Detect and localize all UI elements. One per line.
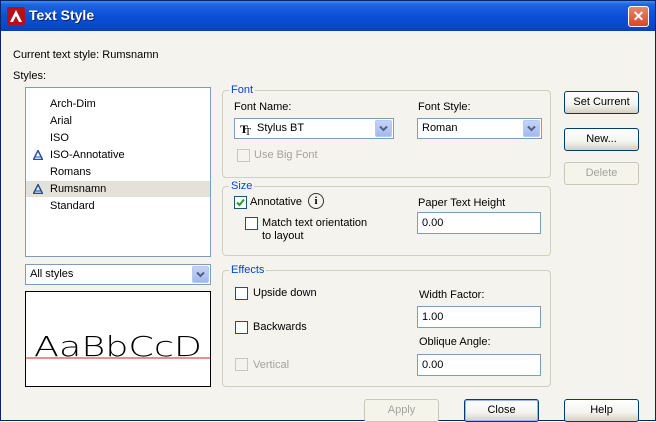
style-item-label: Standard [50, 200, 95, 212]
match-orientation-label-line-2: to layout [262, 230, 304, 242]
current-style-label: Current text style: [13, 49, 100, 61]
oblique-angle-value: 0.00 [422, 359, 444, 371]
styles-filter-select[interactable]: All styles [25, 264, 211, 285]
chevron-down-icon[interactable] [375, 120, 392, 137]
styles-list[interactable]: Arch-Dim Arial ISO ISO-Annotative Romans… [25, 87, 211, 257]
upside-down-label: Upside down [253, 287, 317, 299]
truetype-font-icon: T T [240, 122, 251, 135]
use-big-font-checkbox[interactable] [237, 149, 250, 162]
vertical-label: Vertical [253, 359, 290, 371]
style-item-label: ISO [50, 132, 69, 144]
font-name-label: Font Name: [234, 101, 292, 113]
preview-text: AaBbCcD [34, 330, 202, 363]
style-item-label: ISO-Annotative [50, 149, 125, 161]
set-current-button[interactable]: Set Current [564, 91, 639, 114]
autocad-app-icon [7, 7, 25, 25]
width-factor-label: Width Factor: [419, 289, 485, 301]
chevron-down-icon[interactable] [523, 120, 540, 137]
match-orientation-label: Match text orientation to layout [262, 217, 367, 243]
svg-text:T: T [245, 127, 251, 135]
vertical-checkbox[interactable] [235, 358, 248, 371]
chevron-down-icon[interactable] [192, 266, 209, 283]
style-preview: AaBbCcD [25, 291, 211, 387]
style-item-arch-dim[interactable]: Arch-Dim [26, 96, 210, 112]
info-icon[interactable]: i [308, 193, 324, 209]
text-style-dialog: Text Style ✕ Current text style: Rumsnam… [0, 0, 656, 422]
oblique-angle-label: Oblique Angle: [419, 336, 491, 348]
annotative-icon [33, 184, 43, 194]
oblique-angle-input[interactable]: 0.00 [417, 354, 541, 376]
new-button[interactable]: New... [564, 128, 639, 151]
font-group-title: Font [229, 84, 256, 96]
style-item-standard[interactable]: Standard [26, 198, 210, 214]
annotative-checkbox[interactable] [234, 196, 247, 209]
help-button[interactable]: Help [564, 399, 639, 422]
font-name-value: Stylus BT [257, 122, 305, 134]
apply-button[interactable]: Apply [364, 399, 439, 422]
style-item-label: Romans [50, 166, 91, 178]
style-item-arial[interactable]: Arial [26, 113, 210, 129]
match-orientation-checkbox[interactable] [245, 217, 258, 230]
annotative-icon [33, 150, 43, 160]
use-big-font-label: Use Big Font [254, 149, 318, 161]
style-item-label: Rumsnamn [50, 183, 107, 195]
font-style-value: Roman [422, 122, 458, 134]
style-item-iso[interactable]: ISO [26, 130, 210, 146]
styles-label: Styles: [13, 70, 47, 82]
check-icon [236, 198, 245, 207]
paper-text-height-input[interactable]: 0.00 [417, 212, 541, 234]
paper-text-height-label: Paper Text Height [418, 197, 506, 209]
close-window-button[interactable]: ✕ [628, 6, 649, 27]
effects-group-title: Effects [229, 264, 267, 276]
font-style-select[interactable]: Roman [417, 118, 542, 139]
paper-text-height-value: 0.00 [422, 217, 444, 229]
close-button[interactable]: Close [464, 399, 539, 422]
annotative-label: Annotative [250, 196, 302, 208]
window-title: Text Style [29, 7, 95, 23]
width-factor-input[interactable]: 1.00 [417, 306, 541, 328]
current-style-line: Current text style: Rumsnamn [13, 49, 159, 61]
style-item-label: Arial [50, 115, 73, 127]
styles-filter-value: All styles [30, 268, 74, 280]
font-style-label: Font Style: [418, 101, 471, 113]
current-style-value: Rumsnamn [102, 49, 159, 61]
style-item-iso-annotative[interactable]: ISO-Annotative [26, 147, 210, 163]
style-item-label: Arch-Dim [50, 98, 96, 110]
style-item-romans[interactable]: Romans [26, 164, 210, 180]
match-orientation-label-line-1: Match text orientation [262, 217, 368, 229]
title-bar[interactable]: Text Style ✕ [1, 1, 655, 31]
upside-down-checkbox[interactable] [235, 287, 248, 300]
preview-canvas: AaBbCcD [26, 330, 210, 363]
size-group-title: Size [229, 180, 255, 192]
font-name-select[interactable]: T T Stylus BT [234, 118, 394, 139]
close-icon: ✕ [632, 8, 645, 24]
style-item-rumsnamn[interactable]: Rumsnamn [26, 181, 210, 197]
info-glyph: i [314, 195, 318, 207]
backwards-checkbox[interactable] [235, 321, 248, 334]
backwards-label: Backwards [253, 321, 307, 333]
delete-button[interactable]: Delete [564, 162, 639, 185]
width-factor-value: 1.00 [422, 311, 444, 323]
